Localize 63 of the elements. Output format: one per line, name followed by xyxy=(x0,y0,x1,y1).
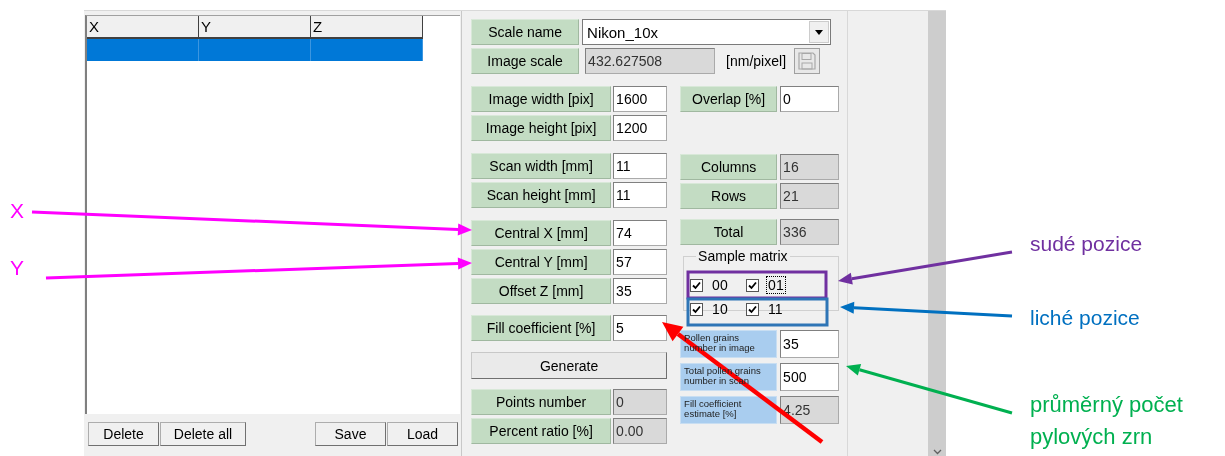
scale-dropdown[interactable]: Nikon_10x xyxy=(582,19,832,45)
unit-label: [nm/pixel] xyxy=(726,53,787,69)
checkbox-label[interactable]: 01 xyxy=(767,277,785,293)
field-label: Scan height [mm] xyxy=(471,182,612,208)
input-field[interactable]: 11 xyxy=(613,182,668,208)
checkbox[interactable] xyxy=(690,302,704,316)
checkbox-label[interactable]: 10 xyxy=(711,301,729,317)
field-label: Columns xyxy=(680,154,778,180)
caret-icon xyxy=(815,29,824,35)
field-label: Fill coefficient estimate [%] xyxy=(684,398,742,419)
field-label: Percent ratio [%] xyxy=(471,418,612,444)
input-field[interactable]: 1600 xyxy=(613,86,668,112)
field-label: Image width [pix] xyxy=(471,86,612,112)
checkbox[interactable] xyxy=(746,278,760,292)
field-label: Image height [pix] xyxy=(471,115,612,141)
checkbox[interactable] xyxy=(746,302,760,316)
field-label: Scan width [mm] xyxy=(471,153,612,179)
input-field[interactable]: 336 xyxy=(780,219,840,245)
table-button[interactable]: Save xyxy=(315,422,386,446)
annotation-text: sudé pozice xyxy=(1030,231,1143,257)
input-field[interactable]: 0.00 xyxy=(613,418,668,444)
field-label: Points number xyxy=(471,389,612,415)
input-field[interactable]: 74 xyxy=(613,220,668,246)
table-button[interactable]: Load xyxy=(387,422,458,446)
input-field[interactable]: 500 xyxy=(780,363,840,391)
annotation-text: průměrný počet pylových zrn xyxy=(1030,391,1184,451)
input-field[interactable]: 16 xyxy=(780,154,840,180)
annotation-text: liché pozice xyxy=(1030,305,1140,331)
field-label: Central X [mm] xyxy=(471,220,612,246)
checkbox-label[interactable]: 11 xyxy=(767,301,784,317)
input-field[interactable]: 0 xyxy=(613,389,668,415)
field-label: Image scale xyxy=(471,48,580,74)
group-title: Sample matrix xyxy=(697,248,789,264)
input-field[interactable]: 1200 xyxy=(613,115,668,141)
annotation-text: Y xyxy=(10,255,24,281)
field-label: Fill coefficient [%] xyxy=(471,315,612,341)
field-label: Overlap [%] xyxy=(680,86,778,112)
field-label: Total xyxy=(680,219,778,245)
input-field[interactable]: 432.627508 xyxy=(585,48,716,74)
checkbox[interactable] xyxy=(690,278,704,292)
column-header[interactable]: Z xyxy=(311,16,423,39)
input-field[interactable]: 35 xyxy=(613,278,668,304)
generate-button[interactable]: Generate xyxy=(471,352,668,379)
field-label: Central Y [mm] xyxy=(471,249,612,275)
field-label: Scale name xyxy=(471,19,580,45)
column-header[interactable]: Y xyxy=(199,16,311,39)
column-header[interactable]: X xyxy=(87,16,199,39)
input-field[interactable]: 11 xyxy=(613,153,668,179)
input-field[interactable]: 21 xyxy=(780,183,840,209)
input-field[interactable]: 57 xyxy=(613,249,668,275)
input-field[interactable]: 35 xyxy=(780,330,840,358)
input-field[interactable]: 5 xyxy=(613,315,668,341)
input-field[interactable]: 4.25 xyxy=(780,396,840,424)
input-field[interactable]: 0 xyxy=(780,86,840,112)
checkbox-label[interactable]: 00 xyxy=(711,277,729,293)
scrollbar[interactable] xyxy=(928,11,946,456)
annotation-text: X xyxy=(10,198,24,224)
chevron-down-icon[interactable] xyxy=(932,449,942,455)
table-button[interactable]: Delete all xyxy=(160,422,246,446)
field-label: Offset Z [mm] xyxy=(471,278,612,304)
field-label: Rows xyxy=(680,183,778,209)
table-button[interactable]: Delete xyxy=(88,422,159,446)
point-table[interactable]: X Y Z xyxy=(85,15,461,414)
